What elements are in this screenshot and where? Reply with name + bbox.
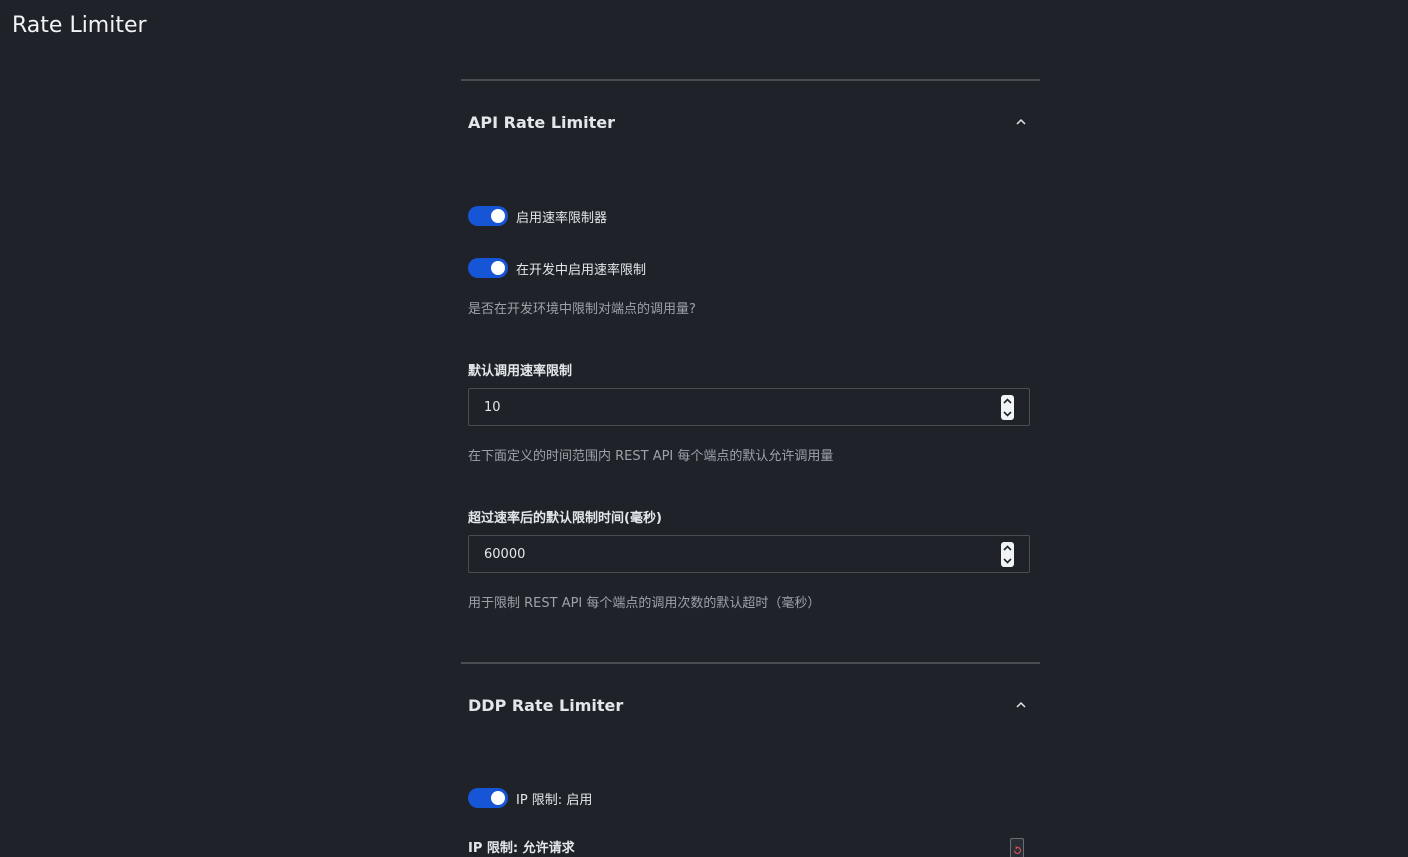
default-timeout-label: 超过速率后的默认限制时间(毫秒) xyxy=(468,511,662,526)
enable-rate-limiter-toggle[interactable] xyxy=(468,206,508,226)
api-rate-limiter-section: API Rate Limiter 启用速率限制器 在开发中启用速率限制 是否在开… xyxy=(461,79,1040,662)
enable-in-dev-toggle[interactable] xyxy=(468,258,508,278)
enable-in-dev-row: 在开发中启用速率限制 xyxy=(468,258,1032,278)
section-title: DDP Rate Limiter xyxy=(468,696,624,715)
ddp-rate-limiter-section: DDP Rate Limiter IP 限制: 启用 IP 限制: 允许请求 xyxy=(461,662,1040,857)
ip-requests-label: IP 限制: 允许请求 xyxy=(468,841,575,856)
ddp-rate-limiter-body: IP 限制: 启用 IP 限制: 允许请求 xyxy=(461,747,1040,857)
default-rate-label: 默认调用速率限制 xyxy=(468,364,573,379)
enable-rate-limiter-label: 启用速率限制器 xyxy=(516,210,608,226)
stepper-icon[interactable] xyxy=(1001,542,1014,567)
default-timeout-hint: 用于限制 REST API 每个端点的调用次数的默认超时（毫秒） xyxy=(468,596,821,611)
toggle-knob xyxy=(491,791,505,805)
enable-rate-limiter-row: 启用速率限制器 xyxy=(468,206,1032,226)
toggle-knob xyxy=(491,261,505,275)
toggle-knob xyxy=(491,209,505,223)
page: Rate Limiter API Rate Limiter 启用速率限制器 在开… xyxy=(0,0,1408,857)
ip-limit-row: IP 限制: 启用 xyxy=(468,788,1032,808)
settings-content: API Rate Limiter 启用速率限制器 在开发中启用速率限制 是否在开… xyxy=(461,79,1040,857)
ip-requests-row: IP 限制: 允许请求 xyxy=(468,838,1032,857)
default-timeout-input[interactable] xyxy=(469,536,989,572)
enable-in-dev-label: 在开发中启用速率限制 xyxy=(516,262,647,278)
ip-limit-label: IP 限制: 启用 xyxy=(516,792,593,808)
default-rate-field xyxy=(468,388,1030,426)
reset-icon[interactable] xyxy=(1010,838,1024,857)
ddp-rate-limiter-header[interactable]: DDP Rate Limiter xyxy=(461,664,1040,747)
chevron-up-icon[interactable] xyxy=(1016,700,1026,710)
api-rate-limiter-header[interactable]: API Rate Limiter xyxy=(461,81,1040,164)
default-rate-input[interactable] xyxy=(469,389,989,425)
api-rate-limiter-body: 启用速率限制器 在开发中启用速率限制 是否在开发环境中限制对端点的调用量? 默认… xyxy=(461,164,1040,662)
ip-limit-toggle[interactable] xyxy=(468,788,508,808)
stepper-icon[interactable] xyxy=(1001,395,1014,420)
chevron-up-icon[interactable] xyxy=(1016,117,1026,127)
page-title: Rate Limiter xyxy=(12,13,147,38)
enable-in-dev-hint: 是否在开发环境中限制对端点的调用量? xyxy=(468,302,696,317)
section-title: API Rate Limiter xyxy=(468,113,616,132)
default-rate-hint: 在下面定义的时间范围内 REST API 每个端点的默认允许调用量 xyxy=(468,449,834,464)
default-timeout-field xyxy=(468,535,1030,573)
